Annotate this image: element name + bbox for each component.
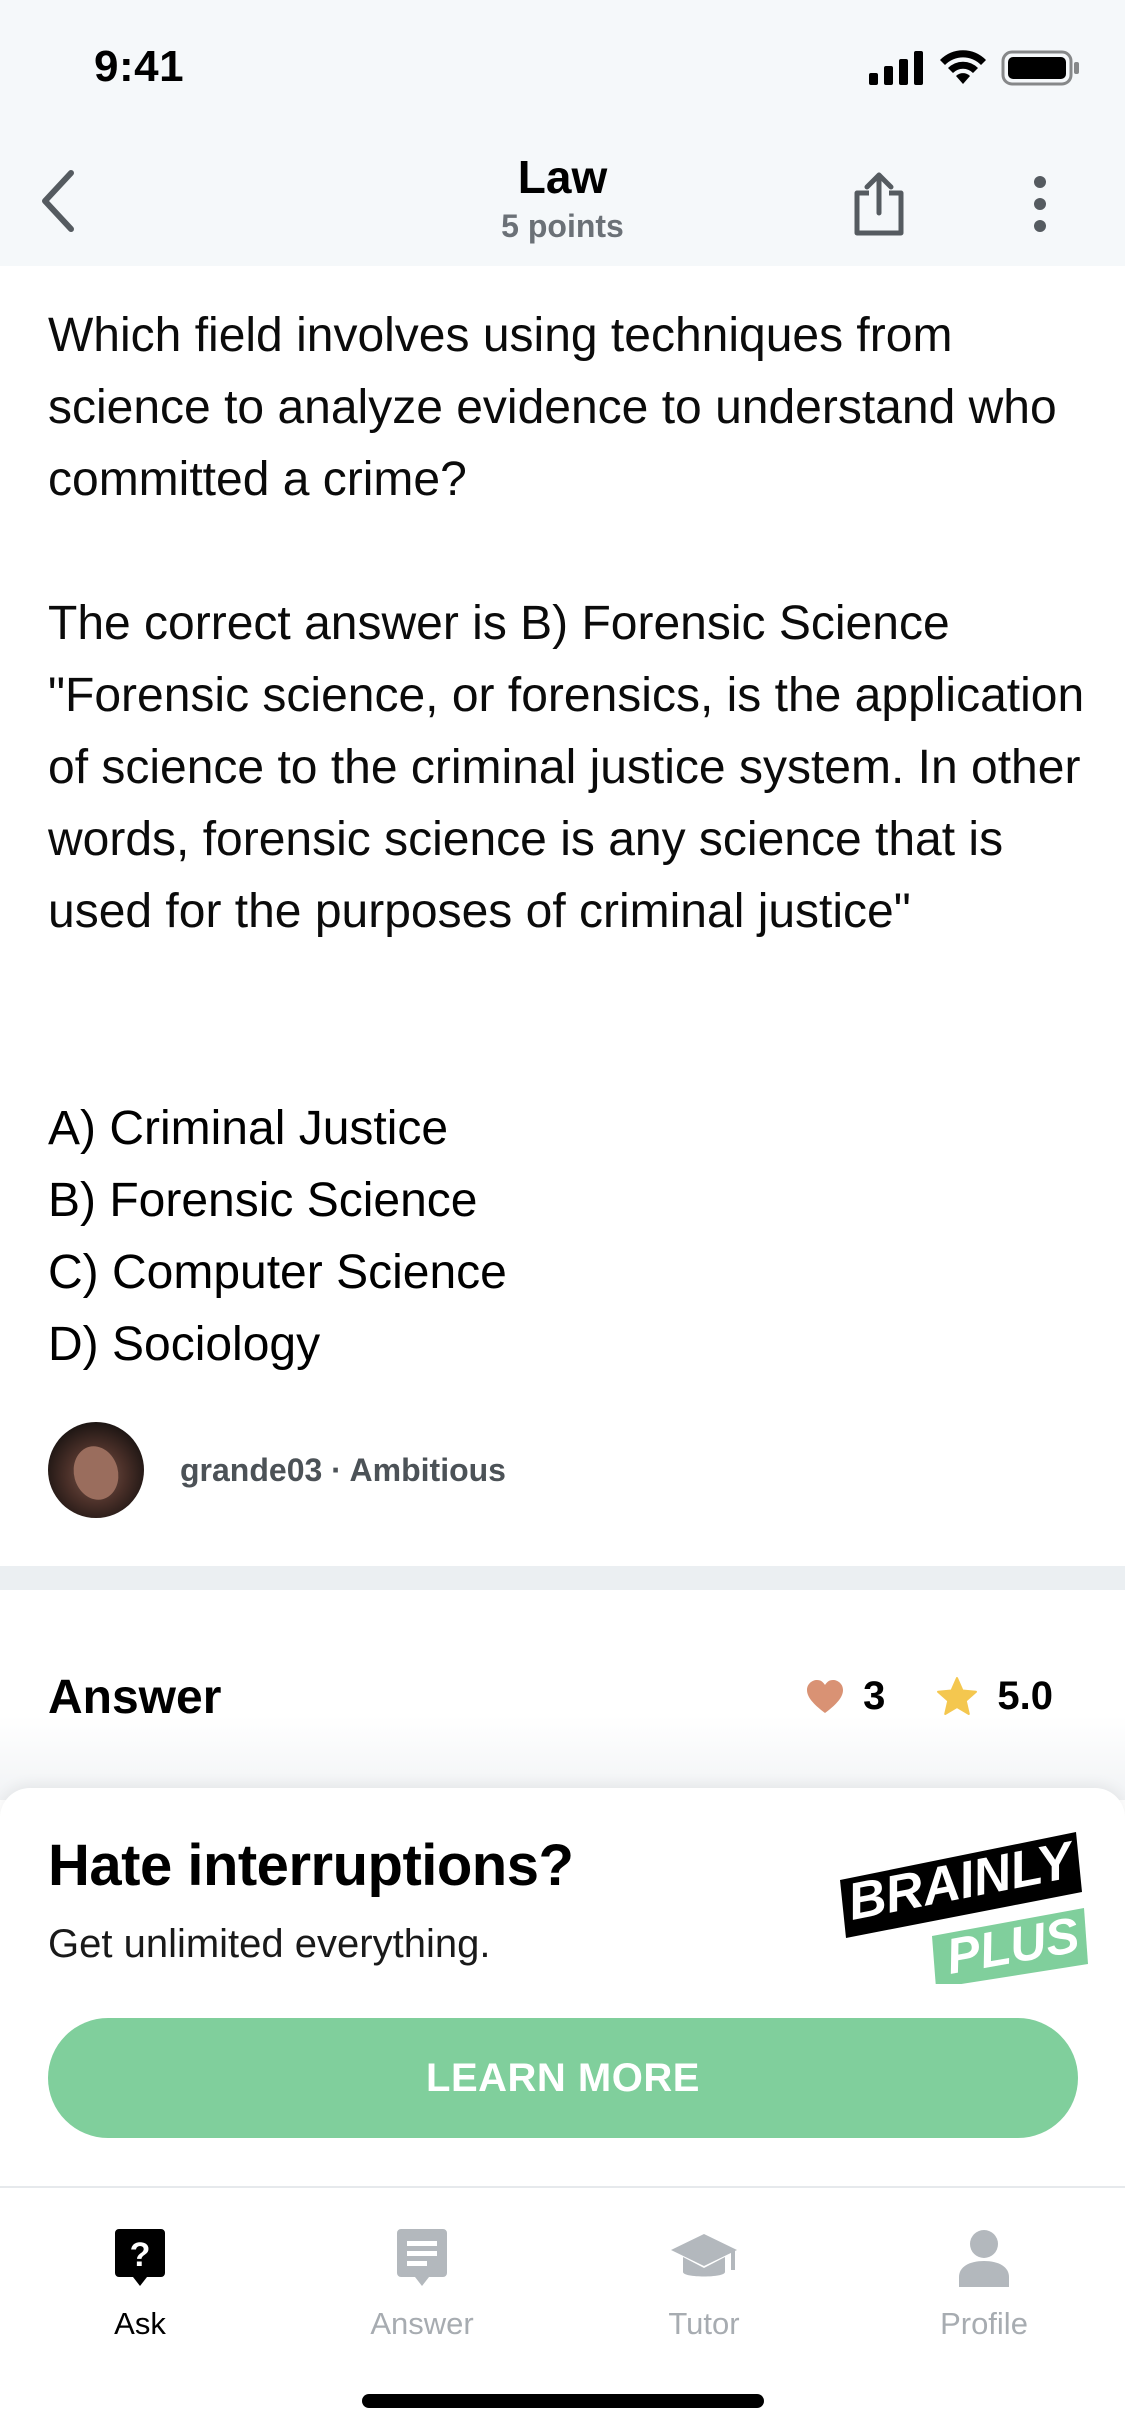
more-options-button[interactable] <box>1012 164 1068 244</box>
status-icons <box>869 50 1081 86</box>
option-c: C) Computer Science <box>48 1246 507 1299</box>
promo-subtitle: Get unlimited everything. <box>48 1922 491 1966</box>
question-bubble-icon: ? <box>115 2229 165 2286</box>
status-bar: 9:41 <box>0 0 1125 140</box>
author-name-rank[interactable]: grande03 · Ambitious <box>180 1452 506 1489</box>
share-icon <box>854 172 904 236</box>
brand-bottom-text: PLUS <box>942 1907 1083 1984</box>
likes-stat: 3 <box>805 1674 885 1719</box>
promo-title: Hate interruptions? <box>48 1833 574 1898</box>
answer-stats: 3 5.0 <box>805 1674 1053 1719</box>
more-vertical-icon <box>1034 176 1046 232</box>
answer-header: Answer 3 5.0 <box>0 1590 1125 1800</box>
answer-title: Answer <box>48 1671 222 1724</box>
rating-stat: 5.0 <box>935 1674 1053 1719</box>
tab-ask[interactable]: ? Ask <box>40 2218 240 2342</box>
rating-value: 5.0 <box>997 1674 1053 1718</box>
battery-icon <box>1001 50 1079 86</box>
svg-text:?: ? <box>130 2236 151 2274</box>
tab-answer[interactable]: Answer <box>322 2218 522 2342</box>
option-a: A) Criminal Justice <box>48 1102 449 1155</box>
likes-count: 3 <box>863 1674 886 1718</box>
brainly-plus-promo: Hate interruptions? Get unlimited everyt… <box>0 1788 1125 2186</box>
brainly-plus-logo: BRAINLY PLUS <box>840 1831 1088 1984</box>
cellular-signal-icon <box>869 51 923 85</box>
share-button[interactable] <box>842 164 916 244</box>
star-icon <box>937 1676 978 1715</box>
tab-profile[interactable]: Profile <box>884 2218 1084 2342</box>
page-title: Law <box>517 151 608 203</box>
option-d: D) Sociology <box>48 1318 321 1371</box>
question-body: Which field involves using techniques fr… <box>48 300 1088 948</box>
points-subtitle: 5 points <box>501 208 624 244</box>
tab-tutor[interactable]: Tutor <box>604 2218 804 2342</box>
status-time: 9:41 <box>94 42 185 91</box>
learn-more-button[interactable]: LEARN MORE <box>48 2018 1078 2138</box>
question-author[interactable]: grande03 · Ambitious <box>48 1422 506 1518</box>
graduation-cap-icon <box>671 2234 737 2277</box>
home-indicator[interactable] <box>362 2394 764 2408</box>
section-divider <box>0 1566 1125 1590</box>
tab-tutor-label: Tutor <box>668 2306 740 2341</box>
tab-ask-label: Ask <box>114 2306 166 2341</box>
question-explanation: The correct answer is B) Forensic Scienc… <box>48 597 1085 938</box>
note-icon <box>397 2229 447 2286</box>
top-navigation-bar: Law 5 points <box>0 140 1125 266</box>
answer-options: A) Criminal Justice B) Forensic Science … <box>48 1093 1088 1381</box>
question-text: Which field involves using techniques fr… <box>48 309 1057 506</box>
avatar[interactable] <box>48 1422 144 1518</box>
tab-profile-label: Profile <box>940 2306 1028 2341</box>
tab-answer-label: Answer <box>370 2306 474 2341</box>
wifi-icon <box>940 50 986 84</box>
heart-icon <box>807 1679 844 1713</box>
person-icon <box>959 2230 1009 2287</box>
option-b: B) Forensic Science <box>48 1174 478 1227</box>
